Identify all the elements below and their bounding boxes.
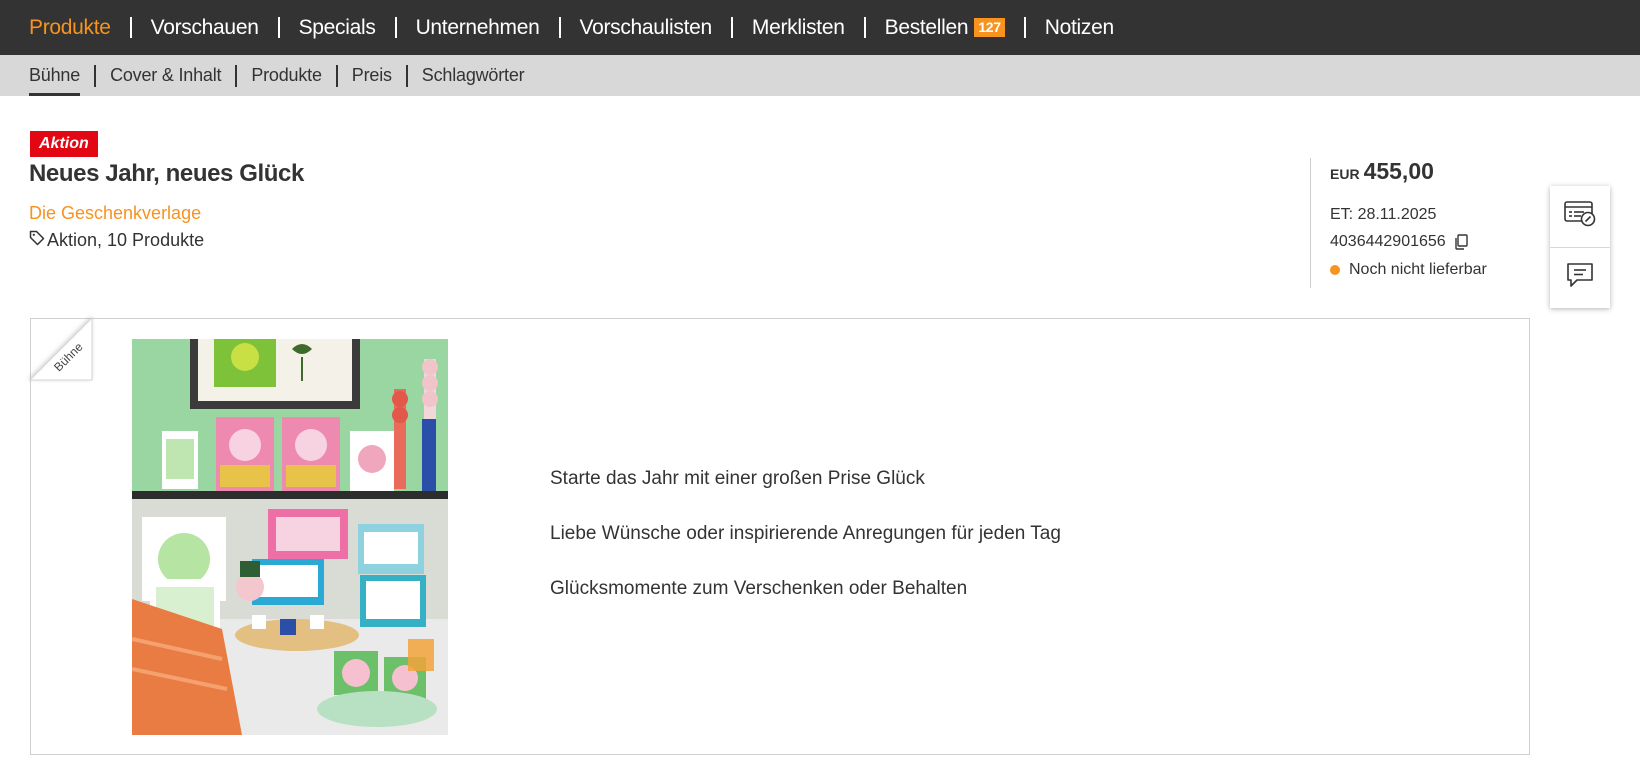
nav-unternehmen[interactable]: Unternehmen: [416, 16, 540, 40]
stage-panel: Bühne Starte das Jahr mit einer großen P…: [28, 316, 1530, 755]
status-text: Noch nicht lieferbar: [1349, 261, 1487, 278]
subnav-cover-inhalt[interactable]: Cover & Inhalt: [110, 55, 221, 96]
subnav-preis[interactable]: Preis: [352, 55, 392, 96]
stage-bullet-1: Starte das Jahr mit einer großen Prise G…: [550, 468, 925, 489]
nav-separator: [1023, 17, 1026, 38]
order-list-edit-icon: [1564, 200, 1596, 232]
nav-bestellen-label: Bestellen: [884, 15, 969, 39]
nav-separator: [277, 17, 280, 38]
stage-bullet-2: Liebe Wünsche oder inspirierende Anregun…: [550, 523, 1061, 544]
stage-bullets: Starte das Jahr mit einer großen Prise G…: [550, 467, 1061, 632]
nav-separator: [863, 17, 866, 38]
product-title: Neues Jahr, neues Glück: [29, 160, 304, 187]
subnav-buehne[interactable]: Bühne: [29, 55, 80, 96]
order-count-badge: 127: [974, 18, 1005, 37]
stage-product-image: [132, 339, 448, 735]
product-tags: Aktion, 10 Produkte: [29, 230, 204, 251]
comment-button[interactable]: [1550, 246, 1610, 309]
nav-produkte[interactable]: Produkte: [29, 16, 111, 40]
ean-value: 4036442901656: [1330, 233, 1446, 250]
sub-navigation: Bühne Cover & Inhalt Produkte Preis Schl…: [0, 55, 1640, 96]
ean: 4036442901656: [1330, 233, 1469, 251]
status-dot: [1330, 265, 1340, 275]
subnav-separator: [94, 64, 97, 87]
publisher-link[interactable]: Die Geschenkverlage: [29, 203, 201, 224]
tag-text: Aktion, 10 Produkte: [47, 230, 205, 250]
nav-bestellen[interactable]: Bestellen 127: [885, 16, 1005, 40]
order-list-button[interactable]: [1550, 186, 1610, 247]
price-currency: EUR: [1330, 166, 1360, 182]
subnav-separator: [235, 64, 238, 87]
nav-separator: [394, 17, 397, 38]
release-date: ET: 28.11.2025: [1330, 206, 1437, 223]
comment-icon: [1566, 262, 1594, 293]
stage-corner-label: Bühne: [28, 316, 93, 381]
subnav-produkte[interactable]: Produkte: [251, 55, 322, 96]
tag-icon: [29, 230, 47, 251]
nav-separator: [558, 17, 561, 38]
side-actions: [1550, 186, 1610, 308]
nav-vorschaulisten[interactable]: Vorschaulisten: [580, 16, 713, 40]
subnav-separator: [335, 64, 338, 87]
nav-separator: [129, 17, 132, 38]
copy-icon[interactable]: [1454, 234, 1469, 250]
nav-specials[interactable]: Specials: [299, 16, 376, 40]
stage-bullet-3: Glücksmomente zum Verschenken oder Behal…: [550, 578, 968, 599]
price-value: 455,00: [1363, 158, 1434, 184]
price: EUR 455,00: [1330, 158, 1434, 185]
subnav-schlagwoerter[interactable]: Schlagwörter: [422, 55, 525, 96]
aktion-badge: Aktion: [30, 131, 98, 157]
main-navigation: Produkte Vorschauen Specials Unternehmen…: [0, 0, 1640, 55]
nav-merklisten[interactable]: Merklisten: [752, 16, 845, 40]
price-divider: [1310, 158, 1311, 288]
nav-notizen[interactable]: Notizen: [1045, 16, 1114, 40]
subnav-separator: [405, 64, 408, 87]
nav-separator: [730, 17, 733, 38]
nav-vorschauen[interactable]: Vorschauen: [151, 16, 259, 40]
availability-status: Noch nicht lieferbar: [1330, 261, 1487, 279]
